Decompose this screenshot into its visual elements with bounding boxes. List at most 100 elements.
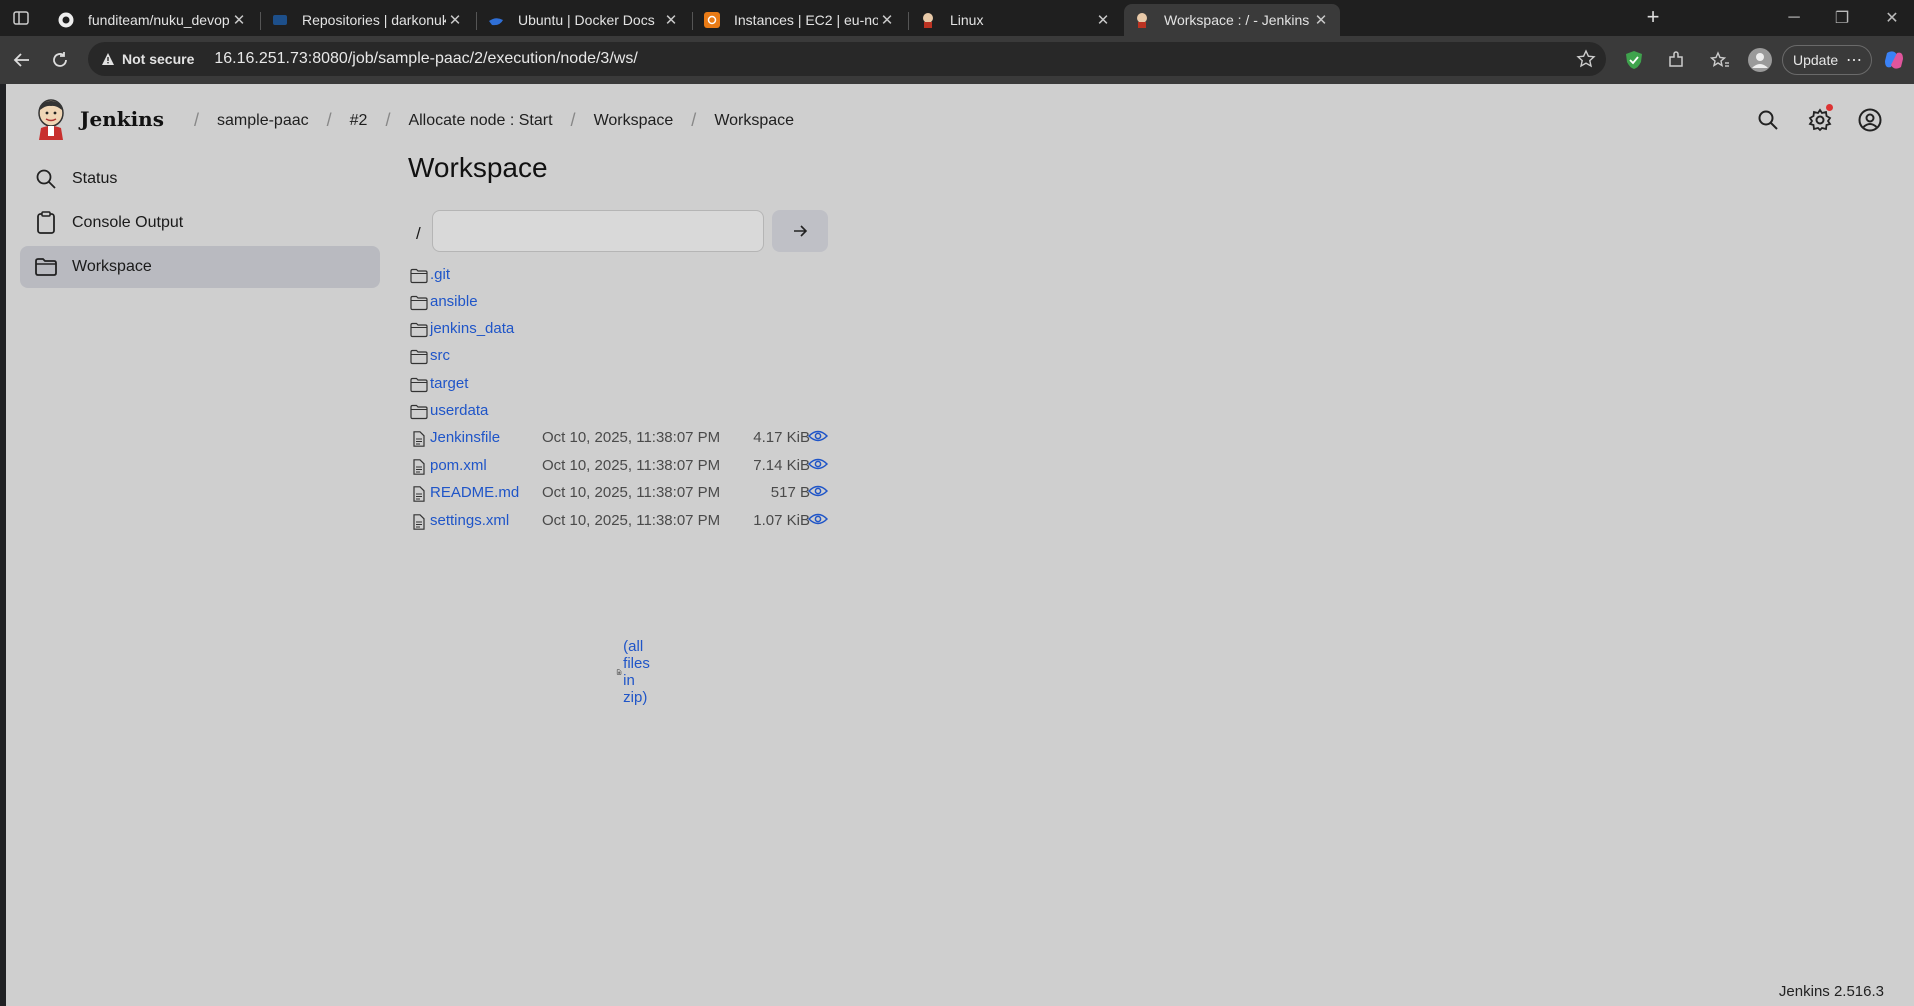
browser-toolbar: Not secure 16.16.251.73:8080/job/sample-… [0, 36, 1914, 84]
security-label[interactable]: Not secure [122, 51, 194, 67]
user-account-icon[interactable] [1856, 106, 1884, 134]
breadcrumb-item[interactable]: sample-paac [217, 112, 309, 130]
jenkins-page: Jenkins / sample-paac / #2 / Allocate no… [6, 84, 1914, 1006]
sidebar-item-label: Workspace [72, 258, 152, 275]
browser-tab[interactable]: Repositories | darkonuku ✕ [262, 4, 474, 36]
jenkins-logo-icon [38, 99, 64, 140]
file-size: 1.07 KiB [753, 512, 810, 529]
download-icon [616, 669, 622, 675]
browser-tab[interactable]: Ubuntu | Docker Docs ✕ [478, 4, 690, 36]
file-link[interactable]: settings.xml [430, 512, 509, 529]
sidebar-item-workspace[interactable]: Workspace [20, 246, 380, 288]
browser-tab-active[interactable]: Workspace : / - Jenkins ✕ [1124, 4, 1340, 36]
download-zip-label[interactable]: (all files in zip) [623, 638, 660, 706]
shield-extension-icon[interactable] [1622, 48, 1646, 72]
sidebar-item-console-output[interactable]: Console Output [20, 202, 380, 244]
folder-link[interactable]: jenkins_data [430, 320, 514, 337]
address-bar[interactable]: Not secure 16.16.251.73:8080/job/sample-… [88, 42, 1606, 76]
close-tab-icon[interactable]: ✕ [446, 11, 464, 29]
notification-dot [1826, 104, 1833, 111]
tab-divider [692, 12, 693, 30]
file-row[interactable]: settings.xml Oct 10, 2025, 11:38:07 PM 1… [408, 510, 848, 534]
minimize-icon[interactable]: ─ [1780, 6, 1808, 30]
go-button[interactable] [772, 210, 828, 252]
view-eye-icon[interactable] [808, 510, 828, 528]
jenkins-home-link[interactable]: Jenkins [34, 98, 164, 140]
folder-row[interactable]: jenkins_data [408, 318, 848, 342]
tab-divider [908, 12, 909, 30]
tab-actions-icon[interactable] [12, 9, 30, 27]
folder-row[interactable]: target [408, 373, 848, 397]
sidebar: Status Console Output Workspace [20, 158, 380, 290]
warning-icon[interactable] [100, 51, 116, 67]
close-tab-icon[interactable]: ✕ [662, 11, 680, 29]
view-eye-icon[interactable] [808, 482, 828, 500]
breadcrumb-separator: / [326, 110, 332, 130]
breadcrumb-item[interactable]: Allocate node : Start [408, 112, 552, 130]
view-eye-icon[interactable] [808, 455, 828, 473]
close-tab-icon[interactable]: ✕ [230, 11, 248, 29]
favorites-icon[interactable] [1708, 48, 1732, 72]
browser-tab[interactable]: Instances | EC2 | eu-north-1 ✕ [694, 4, 906, 36]
tab-title: funditeam/nuku_devops_projects [88, 12, 230, 28]
breadcrumb-separator: / [691, 110, 697, 130]
reload-icon[interactable] [48, 48, 72, 72]
tab-title: Instances | EC2 | eu-north-1 [734, 12, 878, 28]
file-link[interactable]: Jenkinsfile [430, 429, 500, 446]
folder-row[interactable]: .git [408, 264, 848, 288]
folder-link[interactable]: target [430, 375, 468, 392]
folder-icon [410, 268, 428, 284]
sidebar-item-status[interactable]: Status [20, 158, 380, 200]
file-row[interactable]: pom.xml Oct 10, 2025, 11:38:07 PM 7.14 K… [408, 455, 848, 479]
update-button[interactable]: Update ⋯ [1782, 45, 1872, 75]
url-text[interactable]: 16.16.251.73:8080/job/sample-paac/2/exec… [214, 50, 637, 68]
docker-hub-icon [272, 12, 288, 28]
search-icon[interactable] [1754, 106, 1782, 134]
back-icon[interactable] [10, 48, 34, 72]
breadcrumb: / sample-paac / #2 / Allocate node : Sta… [176, 110, 794, 131]
breadcrumb-item-current[interactable]: Workspace [714, 112, 794, 130]
extensions-icon[interactable] [1664, 48, 1688, 72]
new-tab-icon[interactable]: + [1641, 6, 1665, 30]
file-link[interactable]: pom.xml [430, 457, 487, 474]
browser-tab[interactable]: funditeam/nuku_devops_projects ✕ [48, 4, 258, 36]
path-input[interactable] [432, 210, 764, 252]
more-menu-icon[interactable]: ⋯ [1846, 50, 1863, 70]
breadcrumb-item[interactable]: #2 [350, 112, 368, 130]
folder-link[interactable]: .git [430, 266, 450, 283]
folder-row[interactable]: ansible [408, 291, 848, 315]
file-link[interactable]: README.md [430, 484, 519, 501]
browser-tab[interactable]: Linux ✕ [910, 4, 1122, 36]
folder-icon [410, 295, 428, 311]
download-zip-link[interactable]: (all files in zip) [616, 638, 660, 706]
file-row[interactable]: README.md Oct 10, 2025, 11:38:07 PM 517 … [408, 482, 848, 506]
folder-row[interactable]: src [408, 345, 848, 369]
aws-icon [704, 12, 720, 28]
bookmark-star-icon[interactable] [1576, 49, 1596, 69]
profile-avatar-icon[interactable] [1748, 48, 1772, 72]
close-tab-icon[interactable]: ✕ [1094, 11, 1112, 29]
folder-link[interactable]: src [430, 347, 450, 364]
sidebar-item-label: Status [72, 170, 118, 187]
jenkins-brand-name[interactable]: Jenkins [80, 107, 164, 131]
close-window-icon[interactable]: ✕ [1878, 6, 1906, 30]
browser-tabstrip: funditeam/nuku_devops_projects ✕ Reposit… [0, 0, 1914, 36]
close-tab-icon[interactable]: ✕ [1312, 11, 1330, 29]
folder-link[interactable]: ansible [430, 293, 478, 310]
breadcrumb-separator: / [570, 110, 576, 130]
page-title: Workspace [408, 152, 548, 183]
folder-link[interactable]: userdata [430, 402, 488, 419]
jenkins-icon [920, 12, 936, 28]
restore-icon[interactable]: ❐ [1828, 6, 1856, 30]
search-icon [34, 167, 58, 191]
folder-row[interactable]: userdata [408, 400, 848, 424]
view-eye-icon[interactable] [808, 427, 828, 445]
file-row[interactable]: Jenkinsfile Oct 10, 2025, 11:38:07 PM 4.… [408, 427, 848, 451]
close-tab-icon[interactable]: ✕ [878, 11, 896, 29]
breadcrumb-item[interactable]: Workspace [594, 112, 674, 130]
tab-divider [260, 12, 261, 30]
file-icon [413, 514, 425, 530]
copilot-icon[interactable] [1882, 48, 1906, 72]
folder-icon [410, 322, 428, 338]
jenkins-version[interactable]: Jenkins 2.516.3 [1779, 983, 1884, 1000]
